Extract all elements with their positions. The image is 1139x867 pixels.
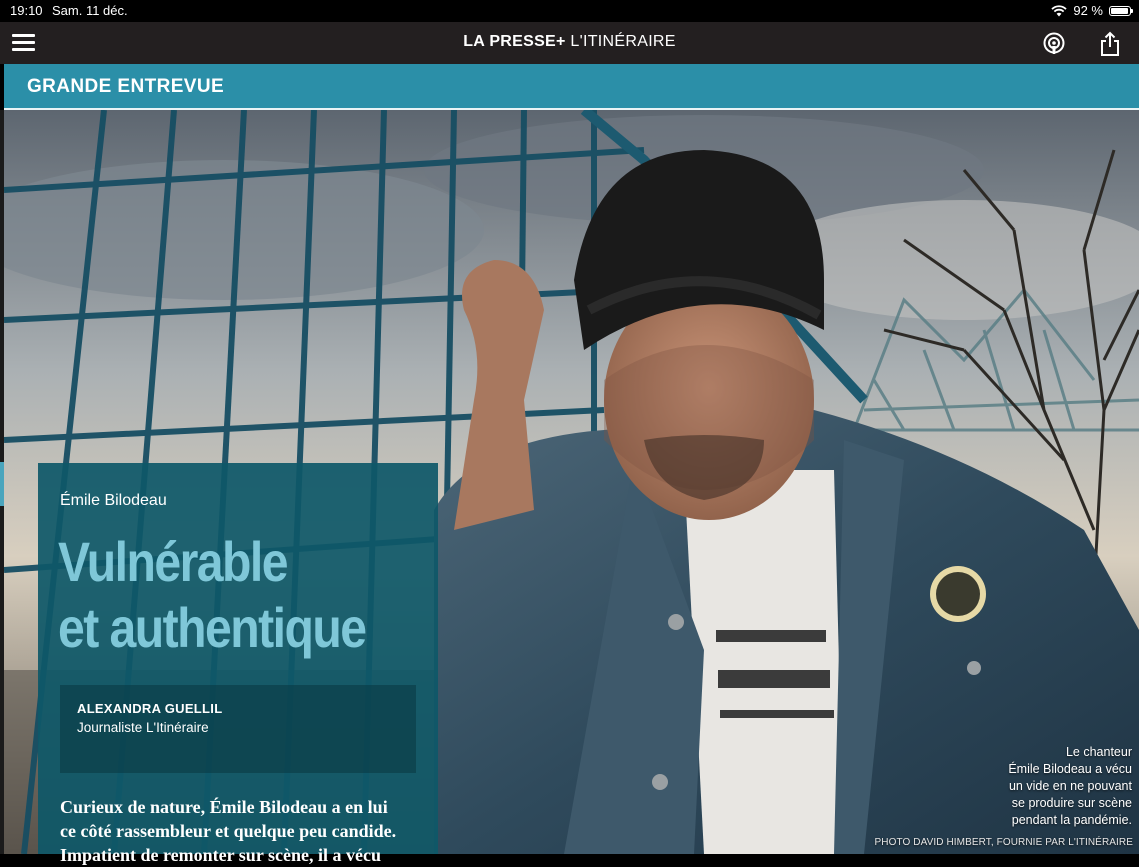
lede-line-3: Impatient de remonter sur scène, il a vé… — [60, 845, 381, 865]
status-time: 19:10 — [10, 3, 43, 18]
lede-line-2: ce côté rassembleur et quelque peu candi… — [60, 821, 397, 841]
photo-caption: Le chanteur Émile Bilodeau a vécu un vid… — [972, 744, 1132, 829]
section-title: GRANDE ENTREVUE — [27, 76, 225, 97]
status-date: Sam. 11 déc. — [52, 3, 128, 18]
caption-line: Émile Bilodeau a vécu — [1008, 762, 1132, 776]
article-lede: Curieux de nature, Émile Bilodeau a en l… — [60, 795, 430, 867]
article-header-panel: Émile Bilodeau Vulnérable et authentique… — [38, 463, 438, 865]
caption-line: pendant la pandémie. — [1011, 813, 1132, 827]
caption-line: Le chanteur — [1065, 745, 1132, 759]
headline-line-2: et authentique — [58, 596, 367, 659]
app-header: LA PRESSE+ L'ITINÉRAIRE — [0, 22, 1139, 64]
status-right: 92 % — [1051, 3, 1133, 18]
author-role: Journaliste L'Itinéraire — [77, 720, 209, 735]
lede-line-1: Curieux de nature, Émile Bilodeau a en l… — [60, 797, 388, 817]
battery-percent: 92 % — [1073, 3, 1103, 18]
wifi-icon — [1051, 4, 1067, 16]
podcast-icon[interactable] — [1041, 32, 1067, 56]
caption-line: se produire sur scène — [1011, 796, 1132, 810]
author-name[interactable]: ALEXANDRA GUELLIL — [77, 701, 222, 716]
battery-icon — [1109, 5, 1133, 16]
share-icon[interactable] — [1098, 31, 1122, 57]
byline-box: ALEXANDRA GUELLIL Journaliste L'Itinérai… — [60, 685, 416, 773]
brand-name: LA PRESSE+ — [463, 33, 566, 50]
section-banner: GRANDE ENTREVUE — [4, 64, 1139, 110]
photo-credit: PHOTO DAVID HIMBERT, FOURNIE PAR L'ITINÉ… — [874, 837, 1133, 848]
brand-logo[interactable]: LA PRESSE+ L'ITINÉRAIRE — [0, 33, 1139, 51]
caption-line: un vide en ne pouvant — [1008, 779, 1132, 793]
article-subject: Émile Bilodeau — [60, 492, 167, 509]
article-headline: Vulnérable et authentique — [58, 529, 376, 661]
brand-section: L'ITINÉRAIRE — [570, 33, 676, 50]
status-bar: 19:10 Sam. 11 déc. 92 % — [0, 0, 1139, 22]
headline-line-1: Vulnérable — [58, 530, 289, 593]
